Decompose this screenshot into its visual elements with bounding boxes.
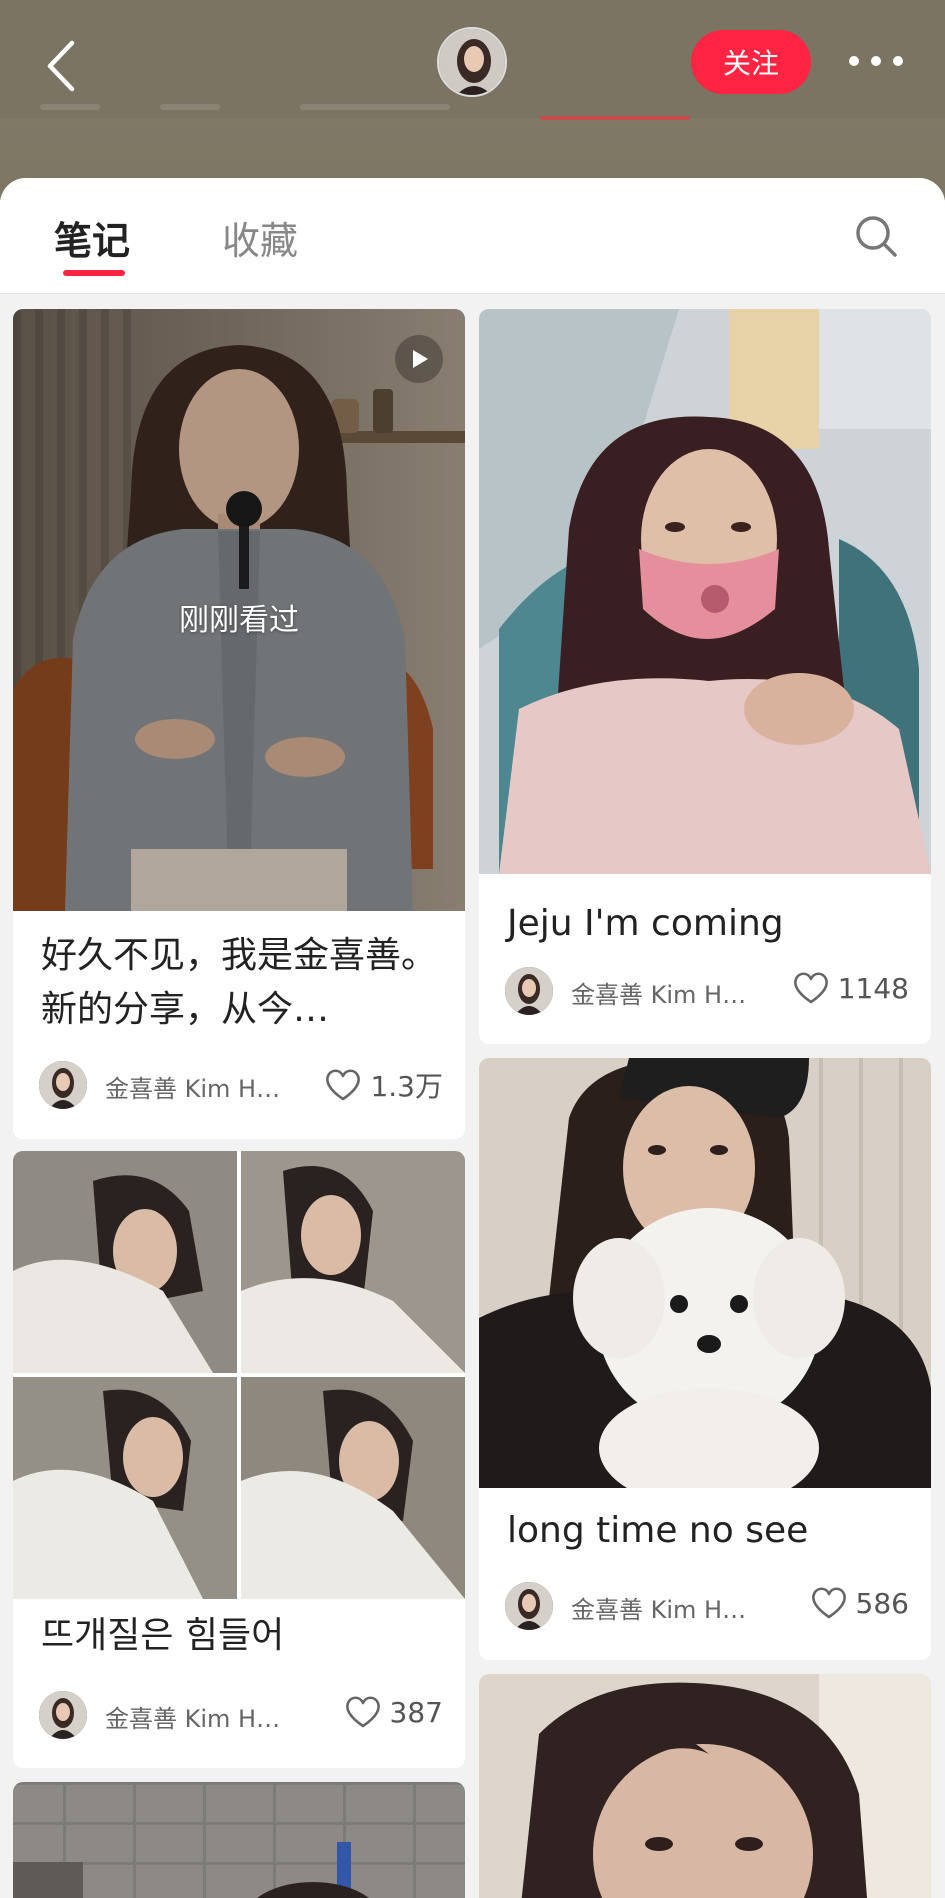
note-card[interactable] <box>13 1782 465 1898</box>
author-name[interactable]: 金喜善 Kim H… <box>105 1069 305 1104</box>
like-button[interactable]: 586 <box>810 1586 909 1620</box>
note-cover-image <box>13 1782 465 1898</box>
dot-icon <box>893 56 903 66</box>
note-card[interactable]: long time no see 金喜善 Kim H… 586 <box>479 1058 931 1660</box>
author-avatar[interactable] <box>505 1582 553 1630</box>
note-meta: 金喜善 Kim H… 1.3万 <box>39 1061 443 1111</box>
ghost-text <box>160 104 220 110</box>
dot-icon <box>849 56 859 66</box>
note-card[interactable]: Jeju I'm coming 金喜善 Kim H… 1148 <box>479 309 931 1044</box>
note-meta: 金喜善 Kim H… 387 <box>39 1691 443 1741</box>
profile-avatar[interactable] <box>437 27 507 97</box>
tab-bar: 笔记 收藏 <box>0 178 945 294</box>
ghost-text <box>300 104 450 110</box>
author-name[interactable]: 金喜善 Kim H… <box>571 1590 771 1625</box>
like-button[interactable]: 387 <box>344 1695 443 1729</box>
note-cover-image <box>479 309 931 874</box>
like-count: 586 <box>855 1586 909 1620</box>
play-icon <box>413 350 428 368</box>
note-cover-image <box>13 1151 465 1599</box>
note-card[interactable] <box>479 1674 931 1898</box>
heart-icon <box>326 1069 361 1101</box>
dot-icon <box>871 56 881 66</box>
follow-button[interactable]: 关注 <box>691 30 811 94</box>
heart-icon <box>811 1587 846 1619</box>
search-button[interactable] <box>852 212 900 260</box>
heart-icon <box>793 972 828 1004</box>
note-cover-image: 刚刚看过 <box>13 309 465 911</box>
note-cover-image <box>479 1674 931 1898</box>
note-title: 뜨개질은 힘들어 <box>41 1615 285 1656</box>
note-card[interactable]: 刚刚看过 好久不见，我是金喜善。新的分享，从今… 金喜善 Kim H… 1.3万 <box>13 309 465 1139</box>
video-play-button[interactable] <box>395 335 443 383</box>
like-count: 1148 <box>837 971 909 1005</box>
profile-header: 关注 <box>0 0 945 200</box>
like-count: 1.3万 <box>370 1070 443 1103</box>
note-meta: 金喜善 Kim H… 586 <box>505 1582 909 1632</box>
author-avatar[interactable] <box>39 1691 87 1739</box>
ghost-accent <box>540 116 690 120</box>
note-meta: 金喜善 Kim H… 1148 <box>505 967 909 1017</box>
note-card[interactable]: 뜨개질은 힘들어 金喜善 Kim H… 387 <box>13 1151 465 1768</box>
ghost-text <box>40 104 100 110</box>
like-button[interactable]: 1148 <box>792 971 909 1005</box>
note-cover-image <box>479 1058 931 1488</box>
author-avatar[interactable] <box>39 1061 87 1109</box>
active-tab-indicator <box>63 270 125 276</box>
note-title: 好久不见，我是金喜善。新的分享，从今… <box>41 935 438 1030</box>
tab-collections[interactable]: 收藏 <box>222 210 298 265</box>
like-count: 387 <box>389 1695 443 1729</box>
recently-viewed-label: 刚刚看过 <box>179 603 299 638</box>
note-title: Jeju I'm coming <box>507 903 784 944</box>
back-button[interactable] <box>36 36 86 96</box>
heart-icon <box>345 1696 380 1728</box>
more-options-button[interactable] <box>843 36 909 86</box>
like-button[interactable]: 1.3万 <box>324 1065 443 1105</box>
author-name[interactable]: 金喜善 Kim H… <box>105 1699 305 1734</box>
chevron-left-icon <box>47 40 75 92</box>
author-avatar[interactable] <box>505 967 553 1015</box>
search-icon <box>856 216 897 257</box>
note-title: long time no see <box>507 1510 809 1551</box>
tab-notes[interactable]: 笔记 <box>54 210 130 265</box>
author-name[interactable]: 金喜善 Kim H… <box>571 975 771 1010</box>
